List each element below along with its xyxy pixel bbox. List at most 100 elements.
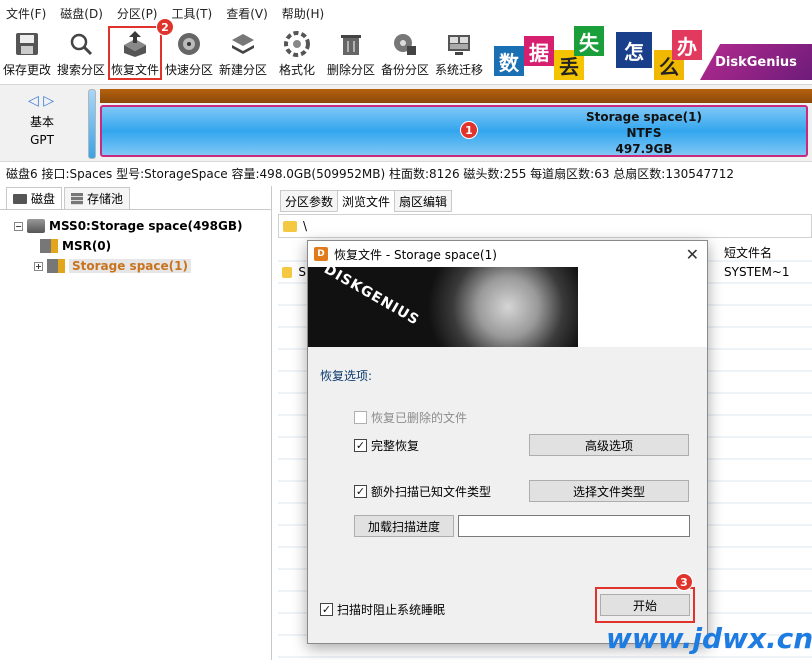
format-label: 格式化 xyxy=(278,63,315,77)
recover-files-label: 恢复文件 xyxy=(110,63,159,77)
scan-progress-path-input[interactable] xyxy=(458,515,690,537)
banner-tile-7: 办 xyxy=(672,30,702,60)
hard-disk-icon xyxy=(27,219,45,233)
menu-help[interactable]: 帮助(H) xyxy=(282,5,324,22)
save-label: 保存更改 xyxy=(2,63,51,77)
quick-partition-label: 快速分区 xyxy=(164,63,213,77)
recover-deleted-label: 恢复已删除的文件 xyxy=(371,411,468,425)
disk-icon xyxy=(13,193,27,204)
format-button[interactable]: 格式化 xyxy=(270,26,324,80)
collapse-icon[interactable]: − xyxy=(14,221,23,231)
tree-storage-label: Storage space(1) xyxy=(69,259,191,273)
system-migrate-label: 系统迁移 xyxy=(434,63,483,77)
left-panel: 磁盘 存储池 − MSS0:Storage space(498GB) MSR(0… xyxy=(0,186,272,660)
step-badge-1: 1 xyxy=(460,121,478,139)
storage-pool-icon xyxy=(71,192,84,205)
dialog-header-image: DISKGENIUS xyxy=(308,267,707,347)
banner-tile-1: 数 xyxy=(494,46,524,76)
file-row-name: S xyxy=(298,265,306,279)
recover-options-title: 恢复选项: xyxy=(320,369,373,383)
recover-deleted-checkbox[interactable]: 恢复已删除的文件 xyxy=(354,409,467,426)
new-partition-button[interactable]: 新建分区 xyxy=(216,26,270,80)
menu-view[interactable]: 查看(V) xyxy=(226,5,268,22)
backup-partition-label: 备份分区 xyxy=(380,63,429,77)
tree-root-label: MSS0:Storage space(498GB) xyxy=(49,219,243,233)
layers-icon xyxy=(229,30,257,58)
delete-partition-label: 删除分区 xyxy=(326,63,375,77)
right-tabs: 分区参数 浏览文件 扇区编辑 xyxy=(280,190,453,212)
load-scan-progress-button[interactable]: 加载扫描进度 xyxy=(354,515,454,537)
dialog-body: 恢复选项: 恢复已删除的文件 ✓ 完整恢复 高级选项 ✓ 额外扫描已知文件类型 … xyxy=(308,347,707,645)
search-partition-button[interactable]: 搜索分区 xyxy=(54,26,108,80)
disk-nav-arrows[interactable]: ◁ ▷ xyxy=(28,93,54,109)
extra-scan-label: 额外扫描已知文件类型 xyxy=(371,485,492,499)
quick-partition-button[interactable]: 快速分区 xyxy=(162,26,216,80)
partition-top-strip xyxy=(100,89,812,103)
dialog-title: 恢复文件 - Storage space(1) xyxy=(334,247,497,262)
recover-box-icon xyxy=(121,30,149,58)
menu-partition[interactable]: 分区(P) xyxy=(117,5,158,22)
menu-tools[interactable]: 工具(T) xyxy=(172,5,213,22)
menu-file[interactable]: 文件(F) xyxy=(6,5,46,22)
check-icon: ✓ xyxy=(354,485,367,498)
tree-node-msr[interactable]: MSR(0) xyxy=(40,236,111,256)
full-recover-label: 完整恢复 xyxy=(371,439,420,453)
partition-bar-storage[interactable]: Storage space(1) NTFS 497.9GB 1 xyxy=(100,105,808,157)
disk-info-line: 磁盘6 接口:Spaces 型号:StorageSpace 容量:498.0GB… xyxy=(6,167,735,181)
cell-short-name: SYSTEM~1 xyxy=(724,265,790,279)
chevron-right-icon[interactable]: ▷ xyxy=(43,93,54,109)
recover-files-button[interactable]: 恢复文件 2 xyxy=(108,18,174,80)
tab-browse-files[interactable]: 浏览文件 xyxy=(337,190,396,212)
step-badge-3: 3 xyxy=(675,573,693,591)
backup-icon xyxy=(391,30,419,58)
diskgenius-logo: DiskGenius xyxy=(700,44,812,80)
tab-disk[interactable]: 磁盘 xyxy=(6,187,63,209)
msr-partition-bar[interactable] xyxy=(88,89,96,159)
tree-msr-label: MSR(0) xyxy=(62,239,112,253)
full-recover-checkbox[interactable]: ✓ 完整恢复 xyxy=(354,437,419,454)
format-icon xyxy=(283,30,311,58)
lock-partition-icon xyxy=(40,239,58,253)
partition-bar-text: Storage space(1) NTFS 497.9GB xyxy=(102,107,806,156)
tree-node-storage[interactable]: + Storage space(1) xyxy=(34,256,191,276)
backup-partition-button[interactable]: 备份分区 xyxy=(378,26,432,80)
app-icon: D xyxy=(314,247,328,261)
partition-size: 497.9GB xyxy=(615,142,673,156)
tab-partition-params[interactable]: 分区参数 xyxy=(280,190,339,212)
start-button[interactable]: 开始 xyxy=(600,594,690,616)
chevron-left-icon[interactable]: ◁ xyxy=(28,93,39,109)
close-icon[interactable]: ✕ xyxy=(686,245,699,264)
expand-icon[interactable]: + xyxy=(34,261,43,271)
partition-fs: NTFS xyxy=(626,126,662,140)
menu-disk[interactable]: 磁盘(D) xyxy=(60,5,103,22)
new-partition-label: 新建分区 xyxy=(218,63,267,77)
path-bar[interactable]: \ xyxy=(278,214,812,238)
partition-name: Storage space(1) xyxy=(586,110,702,124)
save-button[interactable]: 保存更改 xyxy=(0,26,54,80)
left-tabs: 磁盘 存储池 xyxy=(0,186,271,210)
folder-icon xyxy=(282,266,293,278)
disk-map: ◁ ▷ 基本 GPT Storage space(1) NTFS 497.9GB… xyxy=(0,84,812,162)
tab-sector-edit[interactable]: 扇区编辑 xyxy=(394,190,453,212)
file-row[interactable]: S xyxy=(282,264,306,280)
extra-scan-checkbox[interactable]: ✓ 额外扫描已知文件类型 xyxy=(354,483,491,500)
folder-icon xyxy=(283,220,297,232)
system-migrate-button[interactable]: 系统迁移 xyxy=(432,26,486,80)
disk-quick-icon xyxy=(175,30,203,58)
banner-tile-5: 怎 xyxy=(616,32,652,68)
prevent-sleep-checkbox[interactable]: ✓ 扫描时阻止系统睡眠 xyxy=(320,601,445,618)
tab-storage-pool[interactable]: 存储池 xyxy=(64,187,131,209)
advanced-options-button[interactable]: 高级选项 xyxy=(529,434,689,456)
tree-node-root[interactable]: − MSS0:Storage space(498GB) xyxy=(14,216,242,236)
column-header-short-name[interactable]: 短文件名 xyxy=(724,244,772,261)
recover-files-dialog: D 恢复文件 - Storage space(1) ✕ DISKGENIUS 恢… xyxy=(307,240,708,644)
choose-file-types-button[interactable]: 选择文件类型 xyxy=(529,480,689,502)
disk-kind: 基本 GPT xyxy=(20,113,64,149)
search-partition-label: 搜索分区 xyxy=(56,63,105,77)
menu-bar: 文件(F) 磁盘(D) 分区(P) 工具(T) 查看(V) 帮助(H) xyxy=(0,0,812,26)
prevent-sleep-label: 扫描时阻止系统睡眠 xyxy=(337,603,446,617)
checkbox-box xyxy=(354,411,367,424)
delete-partition-button[interactable]: 删除分区 xyxy=(324,26,378,80)
disk-kind-basic: 基本 xyxy=(29,115,54,129)
promo-banner[interactable]: 数 据 丢 失 怎 么 办 DiskGenius xyxy=(492,26,812,80)
